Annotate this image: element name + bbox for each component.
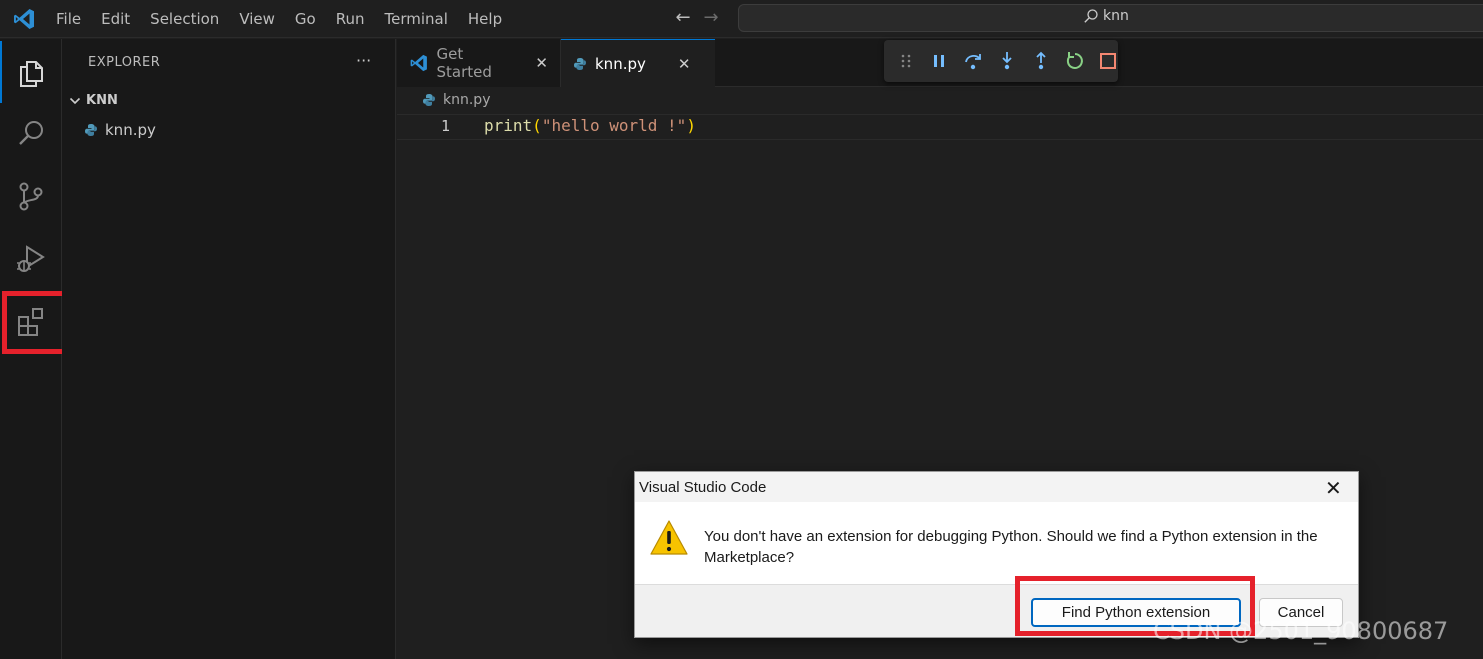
back-arrow-icon[interactable]: ← <box>672 6 694 30</box>
title-bar: File Edit Selection View Go Run Terminal… <box>0 0 1483 38</box>
dialog-message: You don't have an extension for debuggin… <box>704 528 1318 566</box>
python-file-icon <box>574 57 586 70</box>
step-out-icon[interactable] <box>1031 51 1051 71</box>
warning-icon <box>650 520 688 555</box>
stop-icon[interactable] <box>1099 51 1118 71</box>
folder-name: KNN <box>86 93 118 108</box>
activity-source-control[interactable] <box>0 165 62 227</box>
file-name: knn.py <box>105 121 156 139</box>
menu-terminal[interactable]: Terminal <box>375 0 458 38</box>
restart-icon[interactable] <box>1065 51 1085 71</box>
menu-go[interactable]: Go <box>285 0 326 38</box>
breadcrumb-file: knn.py <box>443 92 491 108</box>
search-icon <box>19 121 43 145</box>
pause-icon[interactable] <box>929 51 948 71</box>
python-file-icon <box>85 124 97 136</box>
activity-search[interactable] <box>0 103 62 165</box>
tab-label: knn.py <box>595 54 646 73</box>
navigation-arrows: ← → <box>672 6 722 30</box>
command-center-text: knn <box>1103 8 1129 24</box>
close-icon[interactable]: ✕ <box>1325 476 1342 501</box>
close-icon[interactable]: ✕ <box>535 54 548 72</box>
menu-edit[interactable]: Edit <box>91 0 140 38</box>
menu-bar: File Edit Selection View Go Run Terminal… <box>46 0 512 38</box>
run-debug-icon <box>17 245 45 272</box>
folder-knn[interactable]: KNN <box>68 93 118 108</box>
activity-explorer[interactable] <box>0 41 62 103</box>
more-actions-icon[interactable]: ··· <box>356 51 371 70</box>
menu-run[interactable]: Run <box>326 0 375 38</box>
line-number: 1 <box>441 117 451 135</box>
command-center-search: knn <box>1083 8 1129 24</box>
menu-view[interactable]: View <box>229 0 285 38</box>
dialog-title: Visual Studio Code <box>639 479 767 496</box>
step-into-icon[interactable] <box>997 51 1017 71</box>
vscode-logo-icon <box>14 9 34 29</box>
file-knn-py[interactable]: knn.py <box>84 121 156 139</box>
chevron-down-icon <box>69 97 81 104</box>
source-control-icon <box>19 182 43 211</box>
dialog-titlebar: Visual Studio Code ✕ <box>635 472 1358 502</box>
explorer-icon <box>20 61 43 87</box>
menu-selection[interactable]: Selection <box>140 0 229 38</box>
code-string: "hello world !" <box>541 116 687 135</box>
drag-handle-icon[interactable] <box>896 51 915 71</box>
forward-arrow-icon[interactable]: → <box>700 6 722 30</box>
command-center[interactable]: knn <box>738 4 1483 32</box>
menu-file[interactable]: File <box>46 0 91 38</box>
sidebar-title: EXPLORER <box>88 55 161 70</box>
step-over-icon[interactable] <box>963 51 983 71</box>
watermark: CSDN @2501_90800687 <box>1153 617 1449 645</box>
tab-get-started[interactable]: Get Started ✕ <box>397 39 561 87</box>
vscode-logo-icon <box>410 54 427 72</box>
python-file-icon <box>423 94 435 106</box>
code-function: print <box>484 116 533 135</box>
search-icon <box>1084 9 1098 23</box>
code-line[interactable]: print("hello world !") <box>484 116 696 135</box>
breadcrumb[interactable]: knn.py <box>422 92 490 108</box>
debug-toolbar <box>884 40 1118 82</box>
tab-knn-py[interactable]: knn.py ✕ <box>561 39 715 87</box>
close-icon[interactable]: ✕ <box>678 55 691 73</box>
tab-label: Get Started <box>436 45 492 81</box>
activity-run-debug[interactable] <box>0 227 62 289</box>
explorer-sidebar: EXPLORER ··· KNN knn.py <box>62 39 396 659</box>
code-paren-close: ) <box>686 116 696 135</box>
code-paren-open: ( <box>532 116 542 135</box>
menu-help[interactable]: Help <box>458 0 512 38</box>
